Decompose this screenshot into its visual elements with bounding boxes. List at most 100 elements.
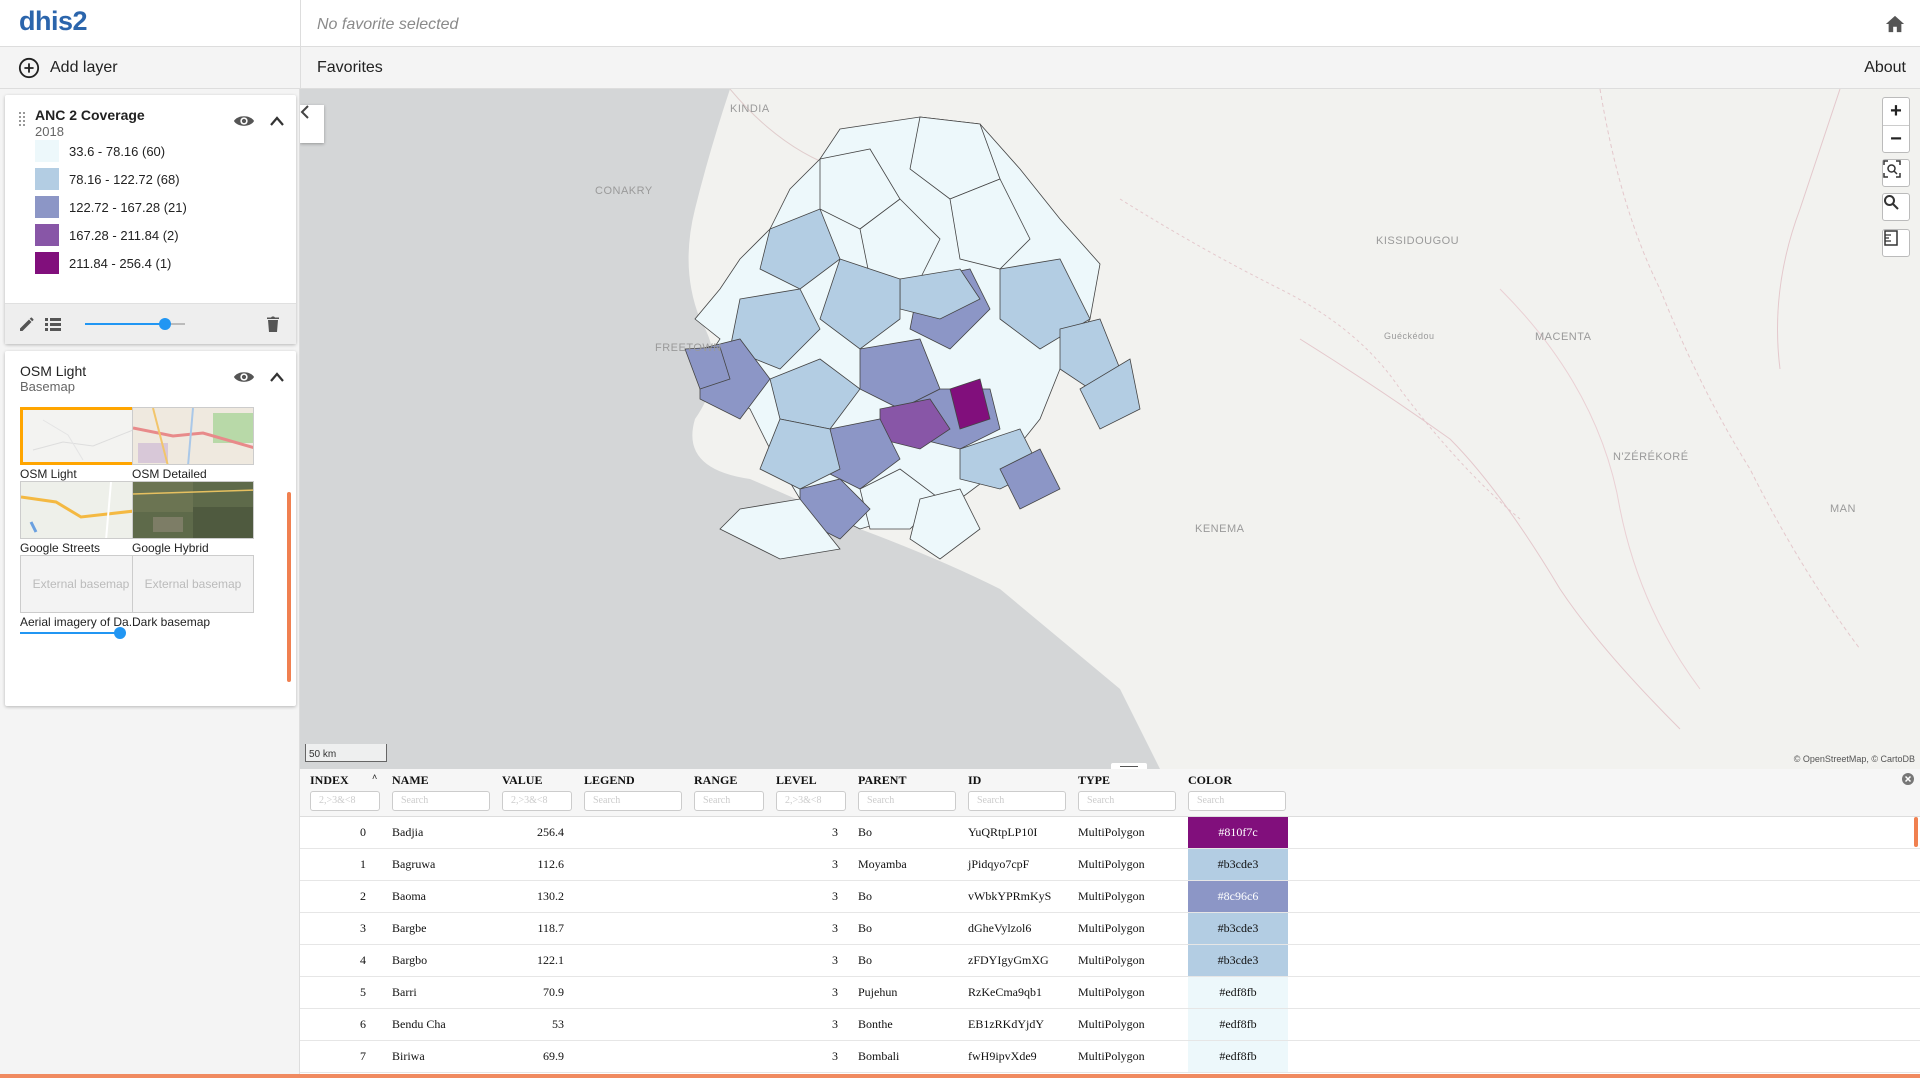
basemap-option-google-hybrid[interactable]: Google Hybrid	[132, 481, 257, 555]
fit-bounds-button[interactable]	[1882, 159, 1910, 187]
home-icon[interactable]	[1884, 14, 1906, 34]
filter-value-input[interactable]: 2,>3&<8	[502, 791, 572, 811]
column-header-type[interactable]: TYPE	[1078, 773, 1110, 788]
chevron-left-icon	[300, 105, 309, 119]
cell-parent: Bo	[858, 889, 873, 903]
filter-level-input[interactable]: 2,>3&<8	[776, 791, 846, 811]
add-layer-button[interactable]: Add layer	[18, 56, 118, 80]
column-header-level[interactable]: LEVEL	[776, 773, 817, 788]
filter-index-input[interactable]: 2,>3&<8	[310, 791, 380, 811]
cell-level: 3	[832, 1017, 838, 1031]
column-header-value[interactable]: VALUE	[502, 773, 542, 788]
cell-type: MultiPolygon	[1078, 825, 1145, 839]
column-header-index[interactable]: INDEX	[310, 773, 349, 788]
drag-handle-icon[interactable]	[18, 111, 26, 129]
osm-detailed-preview	[133, 408, 253, 464]
data-table-icon[interactable]	[43, 314, 63, 334]
table-row[interactable]: 6 Bendu Cha 53 3 Bonthe EB1zRKdYjdY MultiPolyg…	[300, 1009, 1920, 1041]
cell-type: MultiPolygon	[1078, 857, 1145, 871]
cell-name: Bargbo	[392, 953, 428, 967]
column-header-color[interactable]: COLOR	[1188, 773, 1232, 788]
basemap-thumbnail: External basemap	[20, 555, 142, 613]
basemap-option-dark[interactable]: External basemap Dark basemap	[132, 555, 257, 629]
filter-type-input[interactable]: Search	[1078, 791, 1176, 811]
cell-name: Barri	[392, 985, 417, 999]
about-button[interactable]: About	[1864, 59, 1906, 77]
cell-value: 256.4	[537, 825, 564, 839]
slider-knob[interactable]	[159, 318, 171, 330]
cell-parent: Bo	[858, 953, 873, 967]
legend-label: 78.16 - 122.72 (68)	[69, 171, 180, 187]
table-row[interactable]: 0 Badjia 256.4 3 Bo YuQRtpLP10I MultiPolygon #8…	[300, 817, 1920, 849]
filter-parent-input[interactable]: Search	[858, 791, 956, 811]
search-button[interactable]	[1882, 193, 1910, 221]
map-view[interactable]: KINDIA CONAKRY KISSIDOUGOU Guéckédou MAC…	[300, 89, 1920, 769]
dhis2-logo[interactable]: dhis2	[19, 6, 88, 37]
table-row[interactable]: 5 Barri 70.9 3 Pujehun RzKeCma9qb1 MultiPolygo…	[300, 977, 1920, 1009]
chevron-up-icon[interactable]	[269, 115, 285, 127]
cell-index: 6	[360, 1017, 366, 1031]
column-header-legend[interactable]: LEGEND	[584, 773, 635, 788]
cell-range	[694, 977, 764, 1008]
cell-value: 69.9	[543, 1049, 564, 1063]
delete-icon[interactable]	[263, 314, 283, 334]
cell-index: 1	[360, 857, 366, 871]
panel-scrollbar[interactable]	[287, 492, 291, 682]
app-header: dhis2 No favorite selected	[0, 0, 1920, 47]
cell-range	[694, 1009, 764, 1040]
close-icon[interactable]	[1901, 772, 1915, 786]
cell-index: 0	[360, 825, 366, 839]
cell-level: 3	[832, 1049, 838, 1063]
visibility-icon[interactable]	[233, 369, 255, 385]
cell-color: #edf8fb	[1188, 1009, 1288, 1040]
legend-item: 167.28 - 211.84 (2)	[35, 223, 179, 247]
zoom-out-button[interactable]: −	[1883, 125, 1909, 152]
basemap-thumbnail	[20, 481, 142, 539]
filter-color-input[interactable]: Search	[1188, 791, 1286, 811]
cell-value: 112.6	[537, 857, 564, 871]
measure-button[interactable]	[1882, 229, 1910, 257]
google-hybrid-preview	[133, 482, 253, 538]
table-scrollbar[interactable]	[1914, 817, 1918, 847]
filter-name-input[interactable]: Search	[392, 791, 490, 811]
column-header-range[interactable]: RANGE	[694, 773, 737, 788]
basemap-option-google-streets[interactable]: Google Streets	[20, 481, 145, 555]
edit-icon[interactable]	[17, 314, 37, 334]
zoom-in-button[interactable]: +	[1883, 98, 1909, 125]
cell-color: #8c96c6	[1188, 881, 1288, 912]
chevron-up-icon[interactable]	[269, 371, 285, 383]
osm-light-preview	[32, 419, 134, 461]
basemap-option-osm-detailed[interactable]: OSM Detailed	[132, 407, 257, 481]
basemap-opacity-slider[interactable]	[20, 625, 126, 641]
table-row[interactable]: 3 Bargbe 118.7 3 Bo dGheVylzol6 MultiPolygon #b…	[300, 913, 1920, 945]
table-row[interactable]: 1 Bagruwa 112.6 3 Moyamba jPidqyo7cpF MultiPol…	[300, 849, 1920, 881]
cell-value: 122.1	[537, 953, 564, 967]
layer-opacity-slider[interactable]	[85, 316, 185, 332]
cell-level: 3	[832, 889, 838, 903]
zoom-to-extent-icon	[1883, 160, 1901, 178]
column-header-parent[interactable]: PARENT	[858, 773, 906, 788]
table-row[interactable]: 4 Bargbo 122.1 3 Bo zFDYIgyGmXG MultiPolygon #b…	[300, 945, 1920, 977]
basemap-option-aerial[interactable]: External basemap Aerial imagery of Da...	[20, 555, 145, 629]
cell-legend	[584, 945, 684, 976]
cell-color: #b3cde3	[1188, 849, 1288, 880]
slider-knob[interactable]	[114, 627, 126, 639]
column-header-id[interactable]: ID	[968, 773, 981, 788]
filter-legend-input[interactable]: Search	[584, 791, 682, 811]
map-attribution: © OpenStreetMap, © CartoDB	[1793, 754, 1915, 764]
table-row[interactable]: 2 Baoma 130.2 3 Bo vWbkYPRmKyS MultiPolygon #8c…	[300, 881, 1920, 913]
filter-id-input[interactable]: Search	[968, 791, 1066, 811]
cell-type: MultiPolygon	[1078, 889, 1145, 903]
cell-level: 3	[832, 953, 838, 967]
filter-range-input[interactable]: Search	[694, 791, 764, 811]
visibility-icon[interactable]	[233, 113, 255, 129]
table-row[interactable]: 7 Biriwa 69.9 3 Bombali fwH9ipvXde9 MultiPolyg…	[300, 1041, 1920, 1073]
map-label: Guéckédou	[1384, 331, 1435, 341]
favorites-button[interactable]: Favorites	[317, 59, 383, 77]
collapse-panel-button[interactable]	[300, 105, 324, 143]
cell-id: zFDYIgyGmXG	[968, 953, 1049, 967]
basemap-label: Google Streets	[20, 541, 101, 555]
column-header-name[interactable]: NAME	[392, 773, 429, 788]
cell-index: 2	[360, 889, 366, 903]
basemap-option-osm-light[interactable]: OSM Light	[20, 407, 145, 481]
